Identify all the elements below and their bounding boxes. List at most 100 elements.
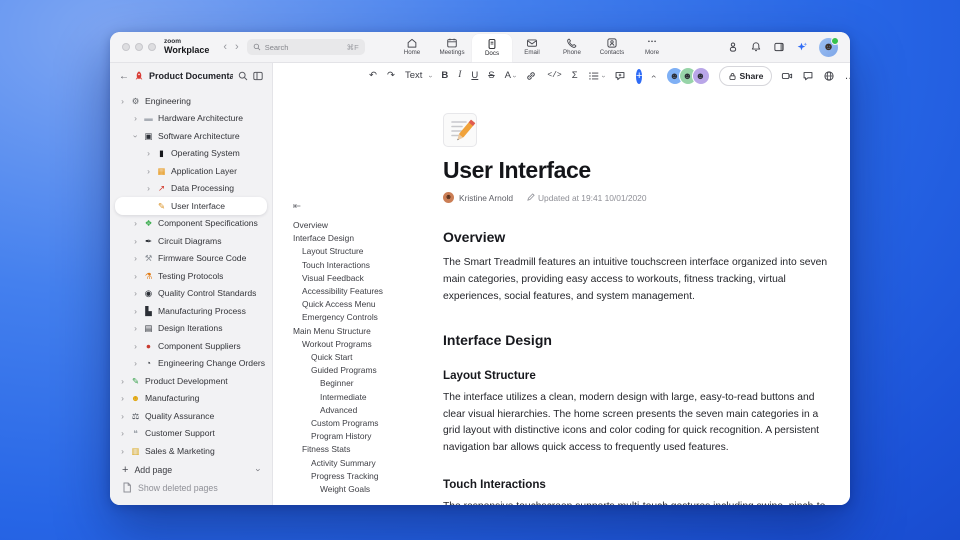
person-icon[interactable] (727, 41, 739, 53)
outline-item-weight-goals[interactable]: Weight Goals (293, 483, 439, 496)
chevron-right-icon[interactable]: › (119, 376, 126, 386)
sidebar-item-firmware-source-code[interactable]: › ⚒ Firmware Source Code (115, 250, 267, 268)
share-button[interactable]: Share (718, 66, 773, 86)
outline-item-visual-feedback[interactable]: Visual Feedback (293, 272, 439, 285)
chevron-right-icon[interactable]: › (145, 149, 152, 158)
chevron-right-icon[interactable]: › (145, 166, 152, 176)
show-deleted-pages-button[interactable]: Show deleted pages (115, 479, 267, 497)
paragraph-the-smart-treadmill[interactable]: The Smart Treadmill features an intuitiv… (443, 255, 835, 306)
strikethrough-button[interactable]: S (488, 71, 494, 81)
sidebar-item-engineering[interactable]: › ⚙ Engineering (115, 92, 267, 110)
global-search-input[interactable]: Search ⌘F (246, 39, 365, 55)
collapse-toolbar-icon[interactable]: › (648, 74, 659, 77)
notifications-bell-icon[interactable] (750, 41, 762, 53)
sidebar-search-icon[interactable] (238, 71, 248, 81)
outline-item-custom-programs[interactable]: Custom Programs (293, 417, 439, 430)
tab-email[interactable]: Email (512, 32, 552, 62)
sidebar-item-engineering-change-orders[interactable]: › ◔ Engineering Change Orders (115, 355, 267, 373)
more-options-icon[interactable]: … (844, 70, 850, 82)
user-avatar[interactable]: ☻ (819, 36, 839, 57)
ai-companion-sparkle-icon[interactable] (796, 41, 808, 53)
outline-item-overview[interactable]: Overview (293, 219, 439, 232)
workspace-title[interactable]: Product Documenta... (149, 71, 233, 81)
paragraph-the-interface-utilizes[interactable]: The interface utilizes a clean, modern d… (443, 390, 835, 458)
undo-button[interactable]: ↶ (369, 71, 377, 81)
outline-item-accessibility-features[interactable]: Accessibility Features (293, 285, 439, 298)
chevron-right-icon[interactable]: › (132, 236, 139, 246)
section-heading-interface-design[interactable]: Interface Design (443, 332, 835, 348)
sidebar-back-icon[interactable]: ← (119, 71, 129, 82)
tab-home[interactable]: Home (392, 32, 432, 62)
sidebar-item-software-architecture[interactable]: › ▣ Software Architecture (115, 127, 267, 145)
bold-button[interactable]: B (441, 71, 448, 81)
code-button[interactable]: </> (547, 72, 561, 80)
globe-icon[interactable] (823, 70, 835, 82)
chevron-right-icon[interactable]: › (132, 306, 139, 316)
video-camera-icon[interactable] (781, 70, 793, 82)
tab-phone[interactable]: Phone (552, 32, 592, 62)
nav-back-button[interactable]: ‹ (219, 41, 231, 53)
link-icon[interactable] (525, 70, 537, 82)
italic-button[interactable]: I (458, 71, 461, 81)
chat-bubble-icon[interactable] (802, 70, 814, 82)
collaborator-avatar[interactable]: ☻ (691, 67, 710, 85)
sidebar-item-customer-support[interactable]: › ❝ Customer Support (115, 425, 267, 443)
outline-item-guided-programs[interactable]: Guided Programs (293, 364, 439, 377)
outline-item-beginner[interactable]: Beginner (293, 377, 439, 390)
chevron-right-icon[interactable]: › (132, 359, 139, 368)
chevron-right-icon[interactable]: › (132, 114, 139, 123)
chevron-right-icon[interactable]: › (132, 271, 139, 281)
sidebar-item-hardware-architecture[interactable]: › ▬ Hardware Architecture (115, 110, 267, 128)
outline-item-touch-interactions[interactable]: Touch Interactions (293, 259, 439, 272)
tab-contacts[interactable]: Contacts (592, 32, 632, 62)
add-page-button[interactable]: + Add page › (115, 461, 267, 479)
page-title[interactable]: User Interface (443, 157, 835, 184)
chevron-right-icon[interactable]: › (145, 184, 152, 193)
outline-item-intermediate[interactable]: Intermediate (293, 391, 439, 404)
underline-button[interactable]: U (471, 71, 478, 81)
outline-item-activity-summary[interactable]: Activity Summary (293, 457, 439, 470)
sidebar-item-operating-system[interactable]: › ▮ Operating System (115, 145, 267, 163)
section-heading-layout-structure[interactable]: Layout Structure (443, 369, 835, 382)
outline-item-layout-structure[interactable]: Layout Structure (293, 245, 439, 258)
text-style-dropdown[interactable]: Text › (405, 71, 434, 81)
sidebar-item-data-processing[interactable]: › ↗ Data Processing (115, 180, 267, 198)
text-color-dropdown[interactable]: A › (505, 71, 518, 81)
ai-insert-button[interactable]: + (635, 68, 643, 84)
add-comment-icon[interactable] (614, 70, 626, 82)
nav-forward-button[interactable]: › (231, 41, 243, 53)
sidebar-item-manufacturing[interactable]: › ☻ Manufacturing (115, 390, 267, 408)
sidebar-item-component-suppliers[interactable]: › ● Component Suppliers (115, 337, 267, 355)
tab-more[interactable]: More (632, 32, 672, 62)
chevron-down-icon[interactable]: › (131, 132, 141, 139)
tab-docs[interactable]: Docs (472, 34, 512, 62)
chevron-right-icon[interactable]: › (119, 429, 126, 438)
sidebar-item-quality-assurance[interactable]: › ⚖ Quality Assurance (115, 407, 267, 425)
sidebar-item-circuit-diagrams[interactable]: › ✒ Circuit Diagrams (115, 232, 267, 250)
chevron-right-icon[interactable]: › (132, 341, 139, 351)
paragraph-the-responsive-touchscreen[interactable]: The responsive touchscreen supports mult… (443, 499, 835, 505)
chevron-right-icon[interactable]: › (132, 219, 139, 228)
chevron-right-icon[interactable]: › (132, 289, 139, 298)
outline-item-fitness-stats[interactable]: Fitness Stats (293, 443, 439, 456)
chevron-right-icon[interactable]: › (132, 324, 139, 333)
redo-button[interactable]: ↷ (387, 71, 395, 81)
sidebar-item-user-interface[interactable]: ✎ User Interface (115, 197, 267, 215)
memo-emoji-icon[interactable] (443, 113, 477, 147)
sidebar-item-design-iterations[interactable]: › ▤ Design Iterations (115, 320, 267, 338)
chevron-down-icon[interactable]: › (254, 469, 264, 472)
sidebar-item-product-development[interactable]: › ✎ Product Development (115, 372, 267, 390)
chevron-right-icon[interactable]: › (119, 411, 126, 421)
zoom-window-button[interactable] (148, 43, 156, 51)
equation-button[interactable]: Σ (572, 71, 578, 81)
section-heading-touch-interactions[interactable]: Touch Interactions (443, 478, 835, 491)
sidebar-item-sales-marketing[interactable]: › ▥ Sales & Marketing (115, 442, 267, 459)
sidebar-item-manufacturing-process[interactable]: › ▙ Manufacturing Process (115, 302, 267, 320)
outline-item-quick-start[interactable]: Quick Start (293, 351, 439, 364)
chevron-right-icon[interactable]: › (119, 96, 126, 106)
chevron-right-icon[interactable]: › (119, 446, 126, 456)
list-dropdown[interactable]: › (588, 70, 606, 82)
outline-item-progress-tracking[interactable]: Progress Tracking (293, 470, 439, 483)
sidebar-item-testing-protocols[interactable]: › ⚗ Testing Protocols (115, 267, 267, 285)
minimize-window-button[interactable] (135, 43, 143, 51)
